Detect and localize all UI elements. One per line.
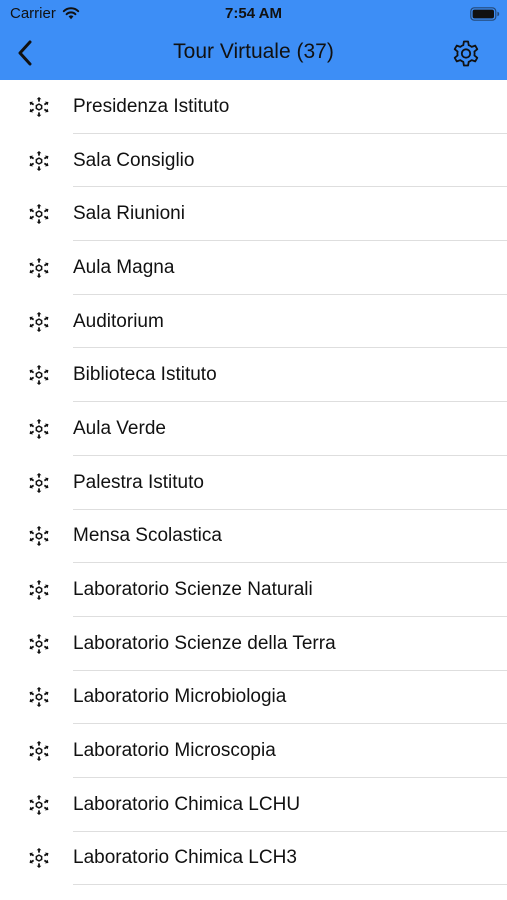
status-time: 7:54 AM (225, 5, 282, 22)
list-item-label: Laboratorio Scienze Naturali (73, 579, 313, 601)
list-item-label: Auditorium (73, 310, 164, 332)
panorama-360-icon (29, 580, 49, 601)
header: Carrier 7:54 AM Tour Virtuale (37) (0, 0, 507, 80)
list-item-label: Presidenza Istituto (73, 95, 230, 117)
list-item-label: Sala Consiglio (73, 149, 195, 171)
list-item[interactable]: Aula Magna (0, 241, 507, 295)
list-item-label: Aula Verde (73, 417, 166, 439)
list-item-label: Laboratorio Chimica LCH3 (73, 847, 297, 869)
list-item[interactable]: Aula Verde (0, 402, 507, 456)
panorama-360-icon (29, 472, 49, 493)
row-divider (73, 884, 507, 886)
panorama-360-icon (29, 365, 49, 386)
list-item[interactable]: Sala Consiglio (0, 133, 507, 188)
list-item-label: Laboratorio Scienze della Terra (73, 632, 336, 654)
list-item-label: Biblioteca Istituto (73, 364, 217, 386)
panorama-360-icon (29, 150, 49, 171)
panorama-360-icon (29, 311, 49, 332)
status-bar: Carrier 7:54 AM (0, 0, 507, 28)
panorama-360-icon (29, 687, 49, 708)
list-item-label: Palestra Istituto (73, 471, 204, 493)
list-item-label: Mensa Scolastica (73, 525, 222, 547)
battery-icon (470, 7, 500, 21)
list-item[interactable]: Laboratorio Chimica LCH3 (0, 831, 507, 886)
back-button[interactable] (10, 36, 40, 70)
list-item-label: Aula Magna (73, 256, 175, 278)
panorama-360-icon (29, 526, 49, 547)
list-item[interactable]: Biblioteca Istituto (0, 348, 507, 403)
panorama-360-icon (29, 257, 49, 278)
screen: Carrier 7:54 AM Tour Virtuale (37) Presi… (0, 0, 507, 900)
panorama-360-icon (29, 794, 49, 815)
list-item[interactable]: Laboratorio Scienze della Terra (0, 616, 507, 671)
nav-bar: Tour Virtuale (37) (0, 28, 507, 80)
list-item-label: Laboratorio Chimica LCHU (73, 793, 301, 815)
list-item[interactable]: Laboratorio Scienze Naturali (0, 563, 507, 617)
panorama-360-icon (29, 96, 49, 117)
list-item[interactable]: Presidenza Istituto (0, 80, 507, 134)
panorama-360-icon (29, 418, 49, 439)
panorama-360-icon (29, 848, 49, 869)
list-item-label: Sala Riunioni (73, 203, 185, 225)
settings-button[interactable] (449, 37, 483, 71)
list-item[interactable]: Laboratorio Microscopia (0, 724, 507, 778)
list-item[interactable]: Laboratorio Chimica LCHU (0, 777, 507, 832)
list-item-label: Laboratorio Microscopia (73, 740, 276, 762)
page-title: Tour Virtuale (37) (173, 40, 334, 63)
list-item[interactable]: Palestra Istituto (0, 455, 507, 510)
list-item-label: Laboratorio Microbiologia (73, 686, 287, 708)
list-item[interactable]: Auditorium (0, 294, 507, 349)
tour-list: Presidenza Istituto Sala Consiglio Sala … (0, 80, 507, 886)
panorama-360-icon (29, 633, 49, 654)
list-item[interactable]: Laboratorio Microbiologia (0, 670, 507, 725)
panorama-360-icon (29, 741, 49, 762)
gear-icon (453, 40, 479, 67)
list-item[interactable]: Sala Riunioni (0, 187, 507, 242)
list-item[interactable]: Mensa Scolastica (0, 509, 507, 564)
panorama-360-icon (29, 204, 49, 225)
chevron-left-icon (18, 40, 32, 66)
